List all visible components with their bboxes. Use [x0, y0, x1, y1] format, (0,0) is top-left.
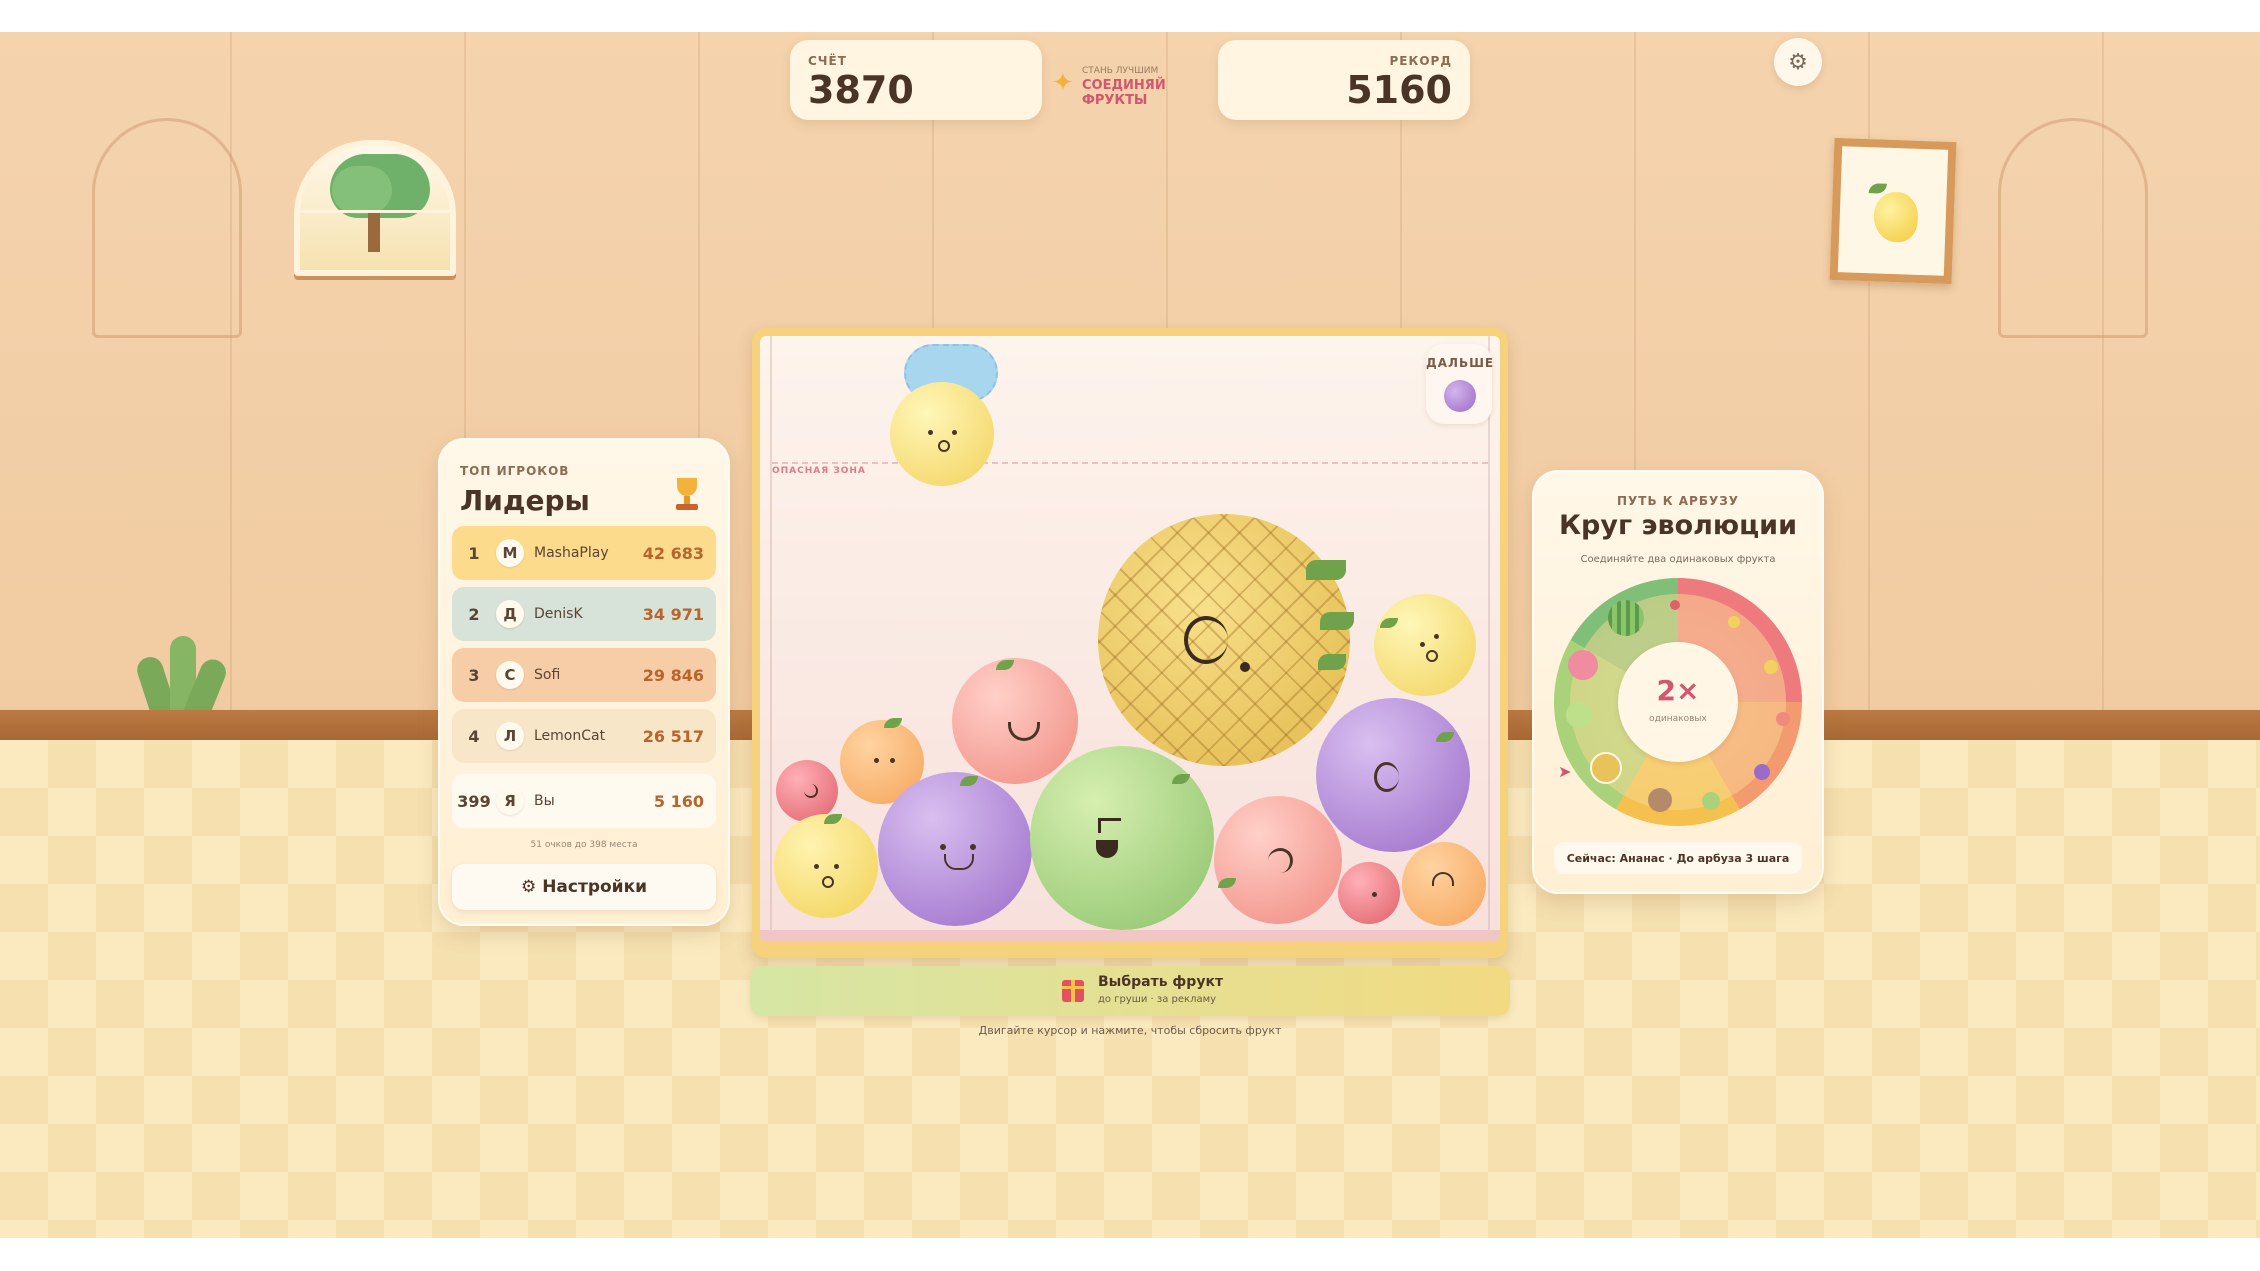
walnut-icon [1648, 788, 1672, 812]
next-plum [1444, 380, 1476, 412]
wall-arch [1998, 118, 2148, 338]
leaderboard-panel: ТОП ИГРОКОВ Лидеры 1 М MashaPlay 42 683 … [438, 438, 730, 926]
row-score: 29 846 [642, 665, 704, 685]
current-pointer-icon: ➤ [1558, 762, 1572, 781]
row-rank: 2 [468, 604, 480, 624]
avatar: Л [496, 722, 524, 750]
apple-icon [1702, 792, 1720, 810]
pineapple-icon [1590, 752, 1622, 784]
avatar: Я [496, 787, 524, 815]
peach [952, 658, 1078, 784]
dropping-fruit [890, 382, 994, 486]
next-fruit-box: ДАЛЬШЕ [1426, 344, 1495, 424]
leaderboard-kicker: ТОП ИГРОКОВ [460, 464, 570, 478]
peach-icon [1776, 712, 1790, 726]
danger-line [772, 462, 1488, 464]
leaderboard-row: 3 С Sofi 29 846 [452, 648, 716, 702]
evolution-panel: ПУТЬ К АРБУЗУ Круг эволюции Соединяйте д… [1532, 470, 1824, 894]
sparkle-icon: ✦ [1052, 68, 1074, 98]
leaderboard-row: 1 М MashaPlay 42 683 [452, 526, 716, 580]
gift-icon [1062, 980, 1084, 1002]
evolution-title: Круг эволюции [1558, 510, 1798, 541]
record-card: РЕКОРД 5160 [1218, 40, 1470, 120]
peach [1214, 796, 1342, 924]
slogan-top: СТАНЬ ЛУЧШИМ [1082, 66, 1159, 76]
cherry-icon [1670, 600, 1680, 610]
plum [1316, 698, 1470, 852]
plum-icon [1754, 764, 1770, 780]
danger-zone-label: ОПАСНАЯ ЗОНА [772, 466, 866, 476]
wheel-center-small: одинаковых [1649, 714, 1707, 724]
row-name: Вы [534, 793, 555, 809]
evolution-status: Сейчас: Ананас · До арбуза 3 шага [1554, 842, 1802, 874]
row-name: Sofi [534, 667, 561, 683]
leaderboard-row: 2 Д DenisK 34 971 [452, 587, 716, 641]
gear-icon: ⚙ [1788, 49, 1808, 75]
instruction-text: Двигайте курсор и нажмите, чтобы сбросит… [978, 1024, 1282, 1037]
score-card: СЧЁТ 3870 [790, 40, 1042, 120]
leaderboard-row: 4 Л LemonCat 26 517 [452, 709, 716, 763]
evolution-kicker: ПУТЬ К АРБУЗУ [1616, 494, 1740, 508]
row-name: DenisK [534, 606, 583, 622]
orange [1402, 842, 1486, 926]
settings-gear-button[interactable]: ⚙ [1774, 38, 1822, 86]
lemon [774, 814, 878, 918]
evolution-subtitle: Соединяйте два одинаковых фрукта [1580, 554, 1776, 565]
trophy-icon [672, 478, 702, 514]
row-score: 42 683 [642, 543, 704, 563]
plum [878, 772, 1032, 926]
leaderboard-row-self: 399 Я Вы 5 160 [452, 774, 716, 828]
avatar: Д [496, 600, 524, 628]
window-with-tree [294, 140, 456, 276]
row-rank: 399 [457, 791, 491, 811]
row-score: 5 160 [653, 791, 704, 811]
evolution-wheel: 2× одинаковых [1554, 578, 1802, 826]
gear-icon: ⚙ [520, 877, 537, 897]
avatar: С [496, 661, 524, 689]
avatar: М [496, 539, 524, 567]
cherry [776, 760, 838, 822]
rank-hint: 51 очков до 398 места [530, 840, 638, 850]
lemon-icon [1728, 616, 1740, 628]
game-board[interactable]: ОПАСНАЯ ЗОНА ДАЛЬШЕ [752, 328, 1508, 958]
lemon [1374, 594, 1476, 696]
row-rank: 1 [468, 543, 480, 563]
wall-plank [230, 32, 232, 740]
evolution-status-text: Сейчас: Ананас · До арбуза 3 шага [1566, 851, 1790, 865]
row-name: MashaPlay [534, 545, 609, 561]
row-score: 34 971 [642, 604, 704, 624]
lemon-icon [1764, 660, 1778, 674]
row-name: LemonCat [534, 728, 606, 744]
pick-fruit-button[interactable]: Выбрать фрукт до груши · за рекламу [750, 966, 1510, 1016]
row-rank: 3 [468, 665, 480, 685]
settings-button-label: Настройки [542, 877, 648, 897]
score-label: СЧЁТ [808, 54, 847, 68]
record-value: 5160 [1346, 68, 1452, 112]
cherry [1338, 862, 1400, 924]
slogan-main: СОЕДИНЯЙ ФРУКТЫ [1082, 78, 1166, 108]
wheel-center-big: 2× [1656, 674, 1700, 707]
record-label: РЕКОРД [1389, 54, 1452, 68]
next-label: ДАЛЬШЕ [1426, 356, 1495, 370]
row-score: 26 517 [642, 726, 704, 746]
wall-arch [92, 118, 242, 338]
peach-icon [1568, 650, 1598, 680]
score-value: 3870 [808, 68, 914, 112]
watermelon-icon [1608, 600, 1644, 636]
apple [1030, 746, 1214, 930]
pear-icon [1566, 702, 1592, 728]
game-field[interactable]: ОПАСНАЯ ЗОНА ДАЛЬШЕ [760, 336, 1500, 942]
leaderboard-title: Лидеры [460, 484, 590, 517]
pick-fruit-title: Выбрать фрукт [1098, 974, 1224, 990]
pineapple [1098, 514, 1354, 766]
row-rank: 4 [468, 726, 480, 746]
lemon-picture [1829, 137, 1957, 285]
pick-fruit-sub: до груши · за рекламу [1098, 994, 1217, 1005]
settings-button[interactable]: ⚙ Настройки [452, 864, 716, 910]
slogan: ✦ СТАНЬ ЛУЧШИМ СОЕДИНЯЙ ФРУКТЫ [1052, 64, 1222, 108]
